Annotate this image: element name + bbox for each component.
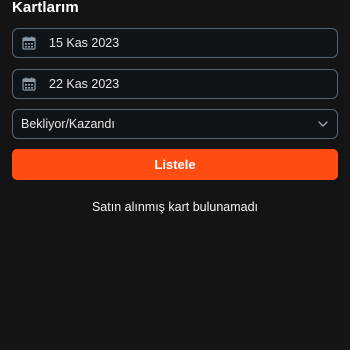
start-date-field[interactable]: 15 Kas 2023 bbox=[12, 28, 338, 58]
status-select-value: Bekliyor/Kazandı bbox=[21, 117, 115, 131]
my-cards-page: Kartlarım 15 Kas 2023 22 Kas 2023 Bekliy… bbox=[0, 0, 350, 350]
list-button[interactable]: Listele bbox=[12, 149, 338, 180]
end-date-value: 22 Kas 2023 bbox=[49, 77, 120, 91]
status-select[interactable]: Bekliyor/Kazandı bbox=[12, 109, 338, 139]
empty-results-message: Satın alınmış kart bulunamadı bbox=[91, 200, 259, 214]
calendar-icon bbox=[22, 36, 36, 50]
end-date-field[interactable]: 22 Kas 2023 bbox=[12, 69, 338, 99]
page-title: Kartlarım bbox=[12, 0, 79, 16]
start-date-value: 15 Kas 2023 bbox=[49, 36, 120, 50]
calendar-icon bbox=[22, 77, 36, 91]
chevron-down-icon bbox=[318, 121, 328, 127]
